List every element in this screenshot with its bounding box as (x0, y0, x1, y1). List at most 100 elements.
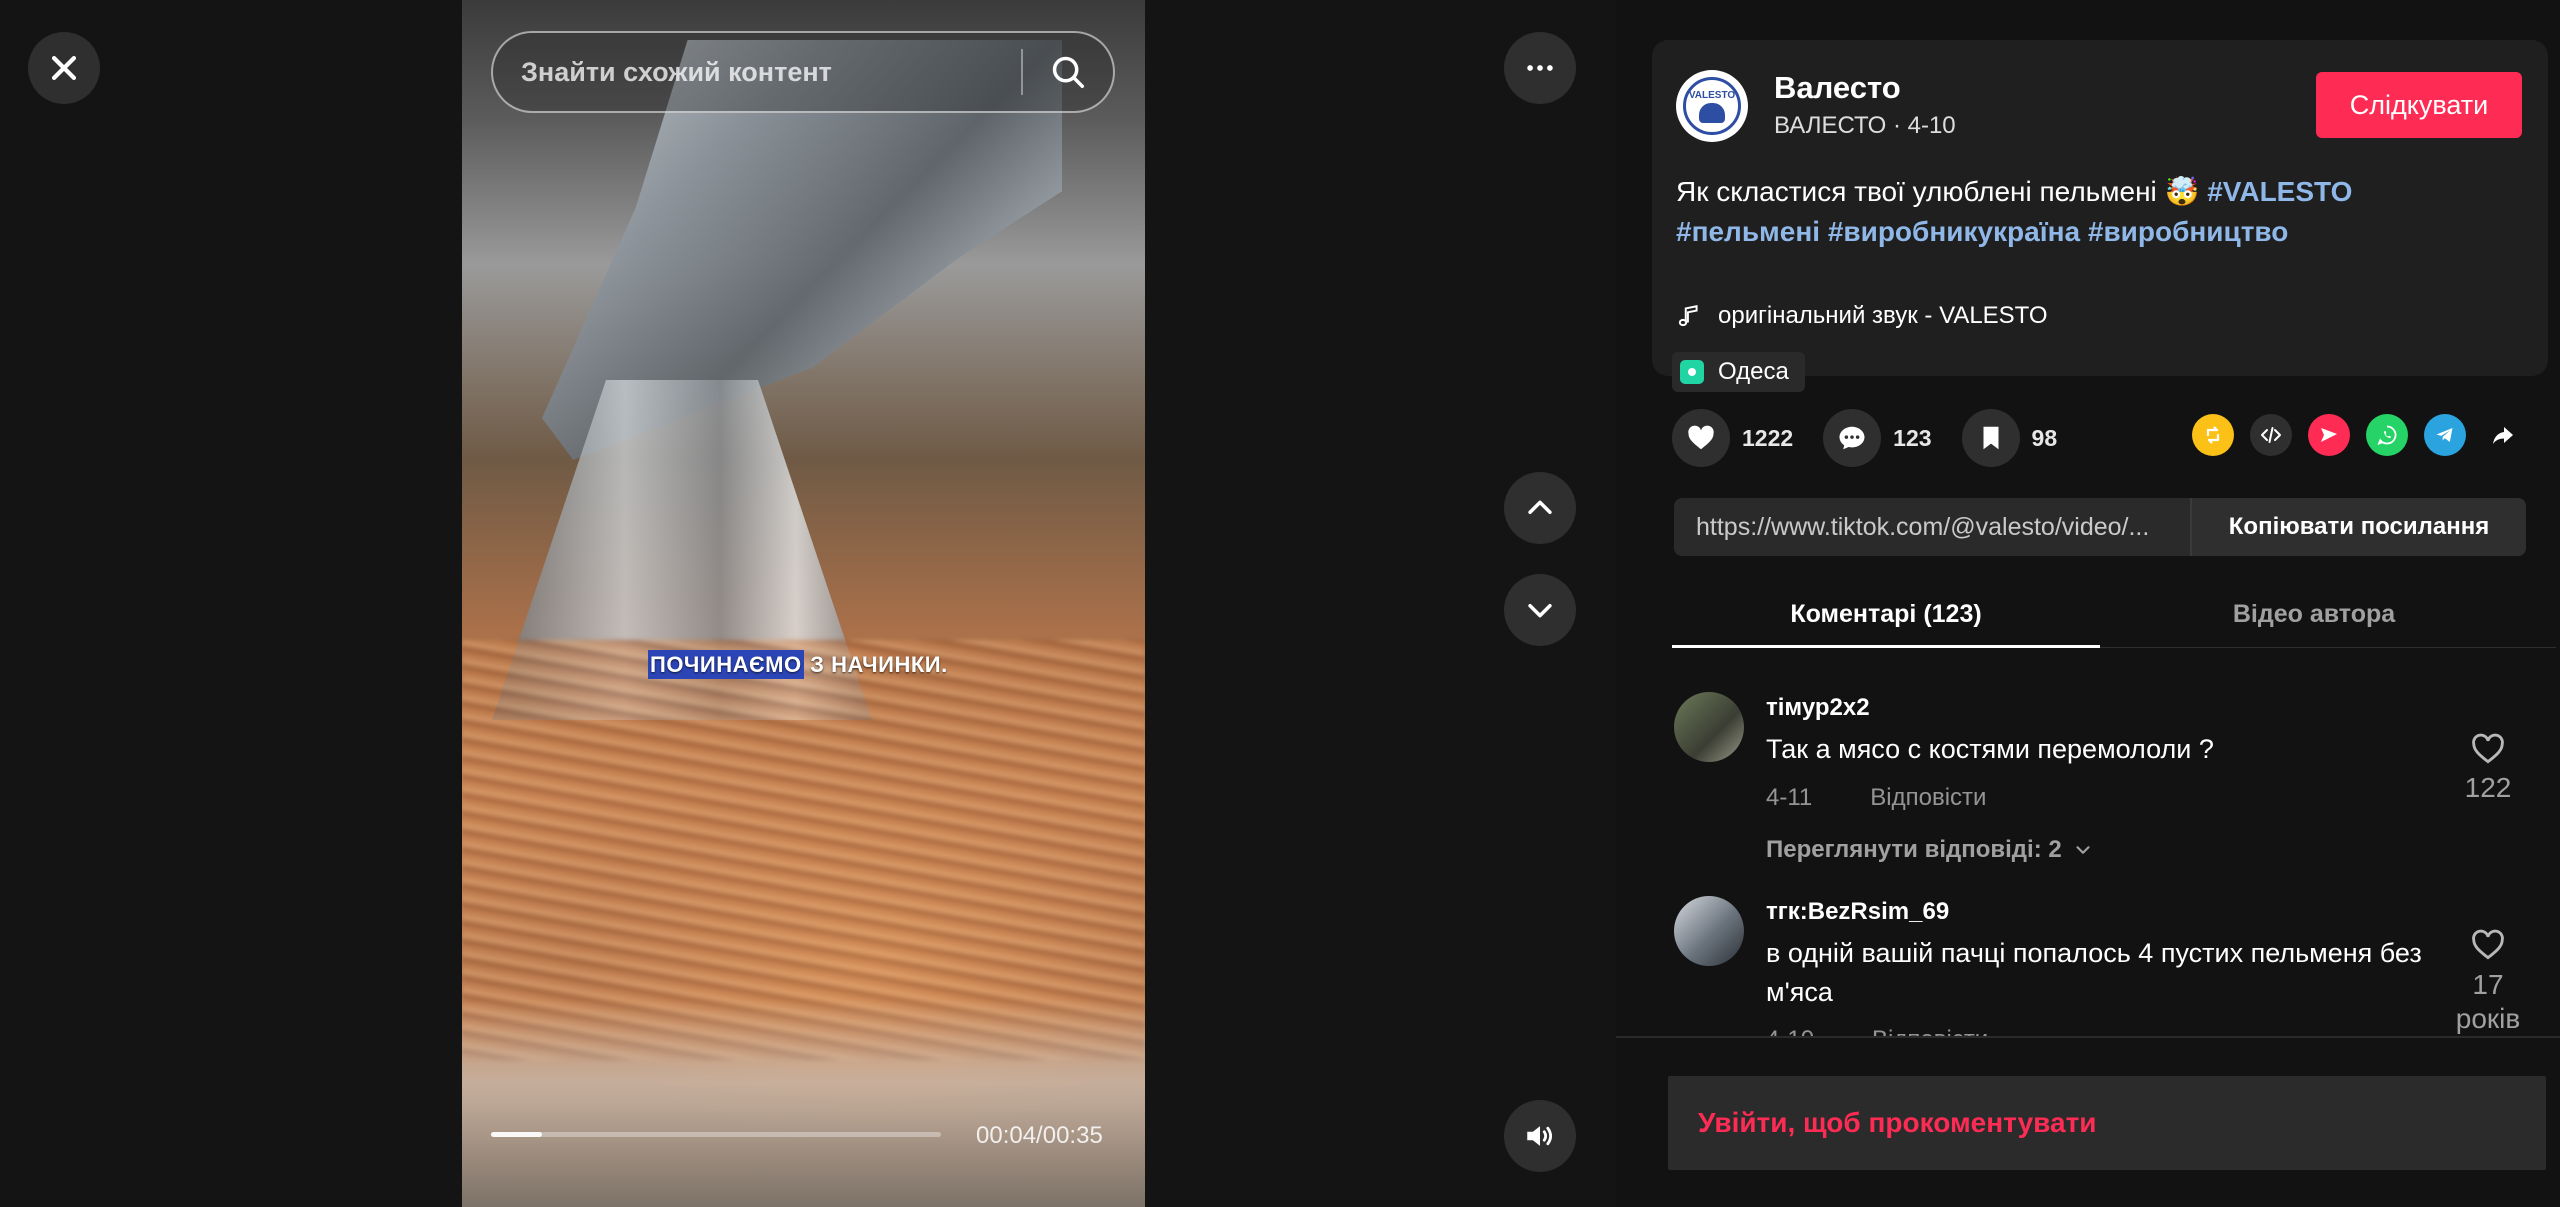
video-progress-fill (491, 1132, 543, 1137)
sound-label: оригінальний звук - VALESTO (1718, 302, 2048, 329)
location-pin-icon (1680, 360, 1704, 384)
more-icon (1527, 65, 1553, 71)
comment-count: 123 (1893, 424, 1932, 451)
like-button[interactable] (1672, 409, 1730, 467)
volume-icon (1527, 1126, 1553, 1146)
video-frame-rim (462, 1000, 1145, 1207)
save-count: 98 (2031, 424, 2058, 451)
embed-icon (2261, 427, 2281, 443)
heart-outline-icon (2472, 733, 2504, 764)
location-label: Одеса (1718, 358, 1789, 385)
video-description: Як скластися твої улюблені пельмені 🤯 #V… (1676, 172, 2496, 252)
sound-link[interactable]: оригінальний звук - VALESTO (1676, 302, 2048, 330)
chevron-up-icon (1528, 500, 1552, 515)
comment-date: 4-11 (1766, 784, 1813, 811)
tab-comments[interactable]: Коментарі (123) (1672, 582, 2100, 648)
video-area: Знайти схожий контент ПОЧИНАЄМО З НАЧИНК… (0, 0, 1616, 1207)
video-link-box: https://www.tiktok.com/@valesto/video/..… (1674, 498, 2526, 556)
comment-item: тімур2х2 Так а мясо с костями перемололи… (1674, 692, 2554, 882)
avatar-logo-text: VALESTO (1688, 89, 1736, 101)
hashtag[interactable]: #виробникукраїна (1828, 216, 2080, 247)
comment-like[interactable]: 122 (2448, 730, 2528, 804)
video-caption: ПОЧИНАЄМО З НАЧИНКИ. (648, 650, 948, 679)
author-meta: ВАЛЕСТО · 4-10 (1774, 112, 1956, 139)
telegram-button[interactable] (2424, 414, 2466, 456)
like-count: 1222 (1742, 424, 1794, 451)
heart-icon (1688, 425, 1714, 450)
whatsapp-icon (2377, 425, 2397, 446)
send-icon (2321, 428, 2337, 442)
comment-icon (1839, 426, 1865, 450)
share-row (2192, 414, 2540, 456)
hashtag[interactable]: #виробництво (2088, 216, 2289, 247)
chevron-down-icon (2076, 846, 2090, 854)
send-button[interactable] (2308, 414, 2350, 456)
search-placeholder[interactable]: Знайти схожий контент (521, 57, 1021, 88)
video-time: 00:04/00:35 (976, 1122, 1103, 1149)
video-info-card: VALESTO Валесто ВАЛЕСТО · 4-10 Слідкуват… (1652, 40, 2548, 392)
description-text: Як скластися твої улюблені пельмені 🤯 (1676, 176, 2208, 207)
comment-like-count: 122 (2464, 772, 2512, 803)
hashtag[interactable]: #пельмені (1676, 216, 1820, 247)
comment-avatar[interactable] (1674, 692, 1744, 762)
video-player[interactable] (462, 0, 1145, 1207)
comment-avatar[interactable] (1674, 896, 1744, 966)
comment-text: в одній вашій пачці попалось 4 пустих пе… (1766, 938, 2422, 1007)
comment-username[interactable]: тімур2х2 (1766, 694, 1870, 722)
view-replies-button[interactable]: Переглянути відповіді: 2 (1766, 836, 2094, 864)
follow-button[interactable]: Слідкувати (2316, 72, 2522, 138)
view-replies-label: Переглянути відповіді: 2 (1766, 836, 2062, 863)
more-options-button[interactable] (1504, 32, 1576, 104)
reply-button[interactable]: Відповісти (1872, 1026, 1988, 1036)
author-avatar[interactable]: VALESTO (1676, 70, 1748, 142)
close-button[interactable] (28, 32, 100, 104)
comment-text: Так а мясо с костями перемололи ? (1766, 734, 2214, 764)
telegram-icon (2436, 428, 2453, 442)
search-icon (1052, 56, 1084, 88)
close-icon (51, 55, 77, 81)
comment-username[interactable]: тгк:BezRsim_69 (1766, 898, 1949, 926)
hashtag[interactable]: #VALESTO (2207, 176, 2352, 207)
login-to-comment-button[interactable]: Увійти, щоб прокоментувати (1668, 1076, 2546, 1170)
bookmark-icon (1983, 426, 1999, 450)
search-button[interactable] (1023, 31, 1113, 113)
repost-icon (2206, 426, 2220, 444)
comment-item: тгк:BezRsim_69 в одній вашій пачці попал… (1674, 896, 2554, 1036)
comment-button[interactable] (1823, 409, 1882, 467)
next-video-button[interactable] (1504, 574, 1576, 646)
comment-meta: 4-11 Відповісти (1766, 784, 1986, 812)
save-button[interactable] (1961, 409, 2020, 467)
whatsapp-button[interactable] (2366, 414, 2408, 456)
comment-date: 4-10 (1766, 1026, 1814, 1036)
valesto-logo: VALESTO (1683, 77, 1741, 135)
copy-link-button[interactable]: Копіювати посилання (2190, 498, 2526, 556)
caption-text: З НАЧИНКИ. (803, 652, 948, 677)
comment-like-count: 17 років (2455, 969, 2521, 1034)
share-arrow-icon (2493, 427, 2513, 444)
embed-button[interactable] (2250, 414, 2292, 456)
action-bar: 1222 123 98 (1672, 408, 2087, 468)
reply-button[interactable]: Відповісти (1870, 784, 1986, 812)
like-action[interactable]: 1222 (1672, 409, 1793, 467)
video-frame-filling (462, 640, 1145, 1060)
save-action[interactable]: 98 (1961, 409, 2058, 467)
comment-meta: 4-10 Відповісти (1766, 1026, 1988, 1036)
comment-action[interactable]: 123 (1823, 409, 1932, 467)
author-name[interactable]: Валесто (1774, 70, 1901, 106)
video-url[interactable]: https://www.tiktok.com/@valesto/video/..… (1674, 513, 2190, 542)
tab-creator-videos[interactable]: Відео автора (2100, 582, 2528, 647)
panel-tabs: Коментарі (123) Відео автора (1672, 582, 2556, 648)
music-note-icon (1678, 305, 1698, 327)
similar-content-search[interactable]: Знайти схожий контент (491, 31, 1115, 113)
comment-like[interactable]: 17 років (2448, 926, 2528, 1036)
chevron-down-icon (1528, 603, 1552, 618)
heart-outline-icon (2472, 929, 2504, 960)
caption-highlight: ПОЧИНАЄМО (648, 650, 804, 679)
location-badge[interactable]: Одеса (1672, 352, 1805, 392)
previous-video-button[interactable] (1504, 472, 1576, 544)
comments-list[interactable]: тімур2х2 Так а мясо с костями перемололи… (1616, 650, 2560, 1038)
volume-button[interactable] (1504, 1100, 1576, 1172)
repost-button[interactable] (2192, 414, 2234, 456)
video-progress-bar[interactable] (491, 1132, 941, 1137)
more-share-button[interactable] (2482, 414, 2524, 456)
